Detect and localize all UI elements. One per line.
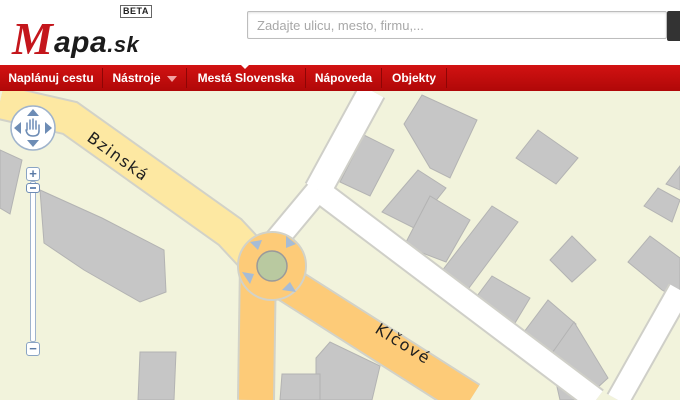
nav-divider <box>446 68 447 88</box>
nav-item-napoveda[interactable]: Nápoveda <box>306 65 381 91</box>
logo-text: apa.sk <box>54 26 140 59</box>
building <box>279 373 321 400</box>
zoom-slider-track[interactable] <box>30 181 36 342</box>
roundabout-island <box>256 250 288 282</box>
building <box>137 351 177 400</box>
beta-badge: BETA <box>120 5 152 18</box>
nav-item-objekty[interactable]: Objekty <box>382 65 446 91</box>
search-button[interactable] <box>667 11 680 41</box>
logo[interactable]: M apa.sk BETA <box>12 4 172 62</box>
map-svg[interactable]: Bzinská Klčové <box>0 91 680 400</box>
zoom-out-button[interactable]: − <box>26 342 40 356</box>
nav-item-naplanuj-cestu[interactable]: Naplánuj cestu <box>0 65 102 91</box>
logo-mark: M <box>12 13 53 64</box>
dropdown-caret-icon <box>166 75 177 82</box>
main-nav: Naplánuj cestu Nástroje Mestá Slovenska … <box>0 64 680 91</box>
map-canvas[interactable]: Bzinská Klčové <box>0 91 680 400</box>
nav-item-nastroje[interactable]: Nástroje <box>103 65 186 91</box>
header: M apa.sk BETA <box>0 0 680 65</box>
zoom-in-button[interactable]: + <box>26 167 40 181</box>
active-tab-indicator <box>240 64 250 69</box>
pan-control[interactable] <box>9 104 57 152</box>
zoom-slider-handle[interactable] <box>26 183 40 193</box>
search-input[interactable] <box>247 11 667 39</box>
